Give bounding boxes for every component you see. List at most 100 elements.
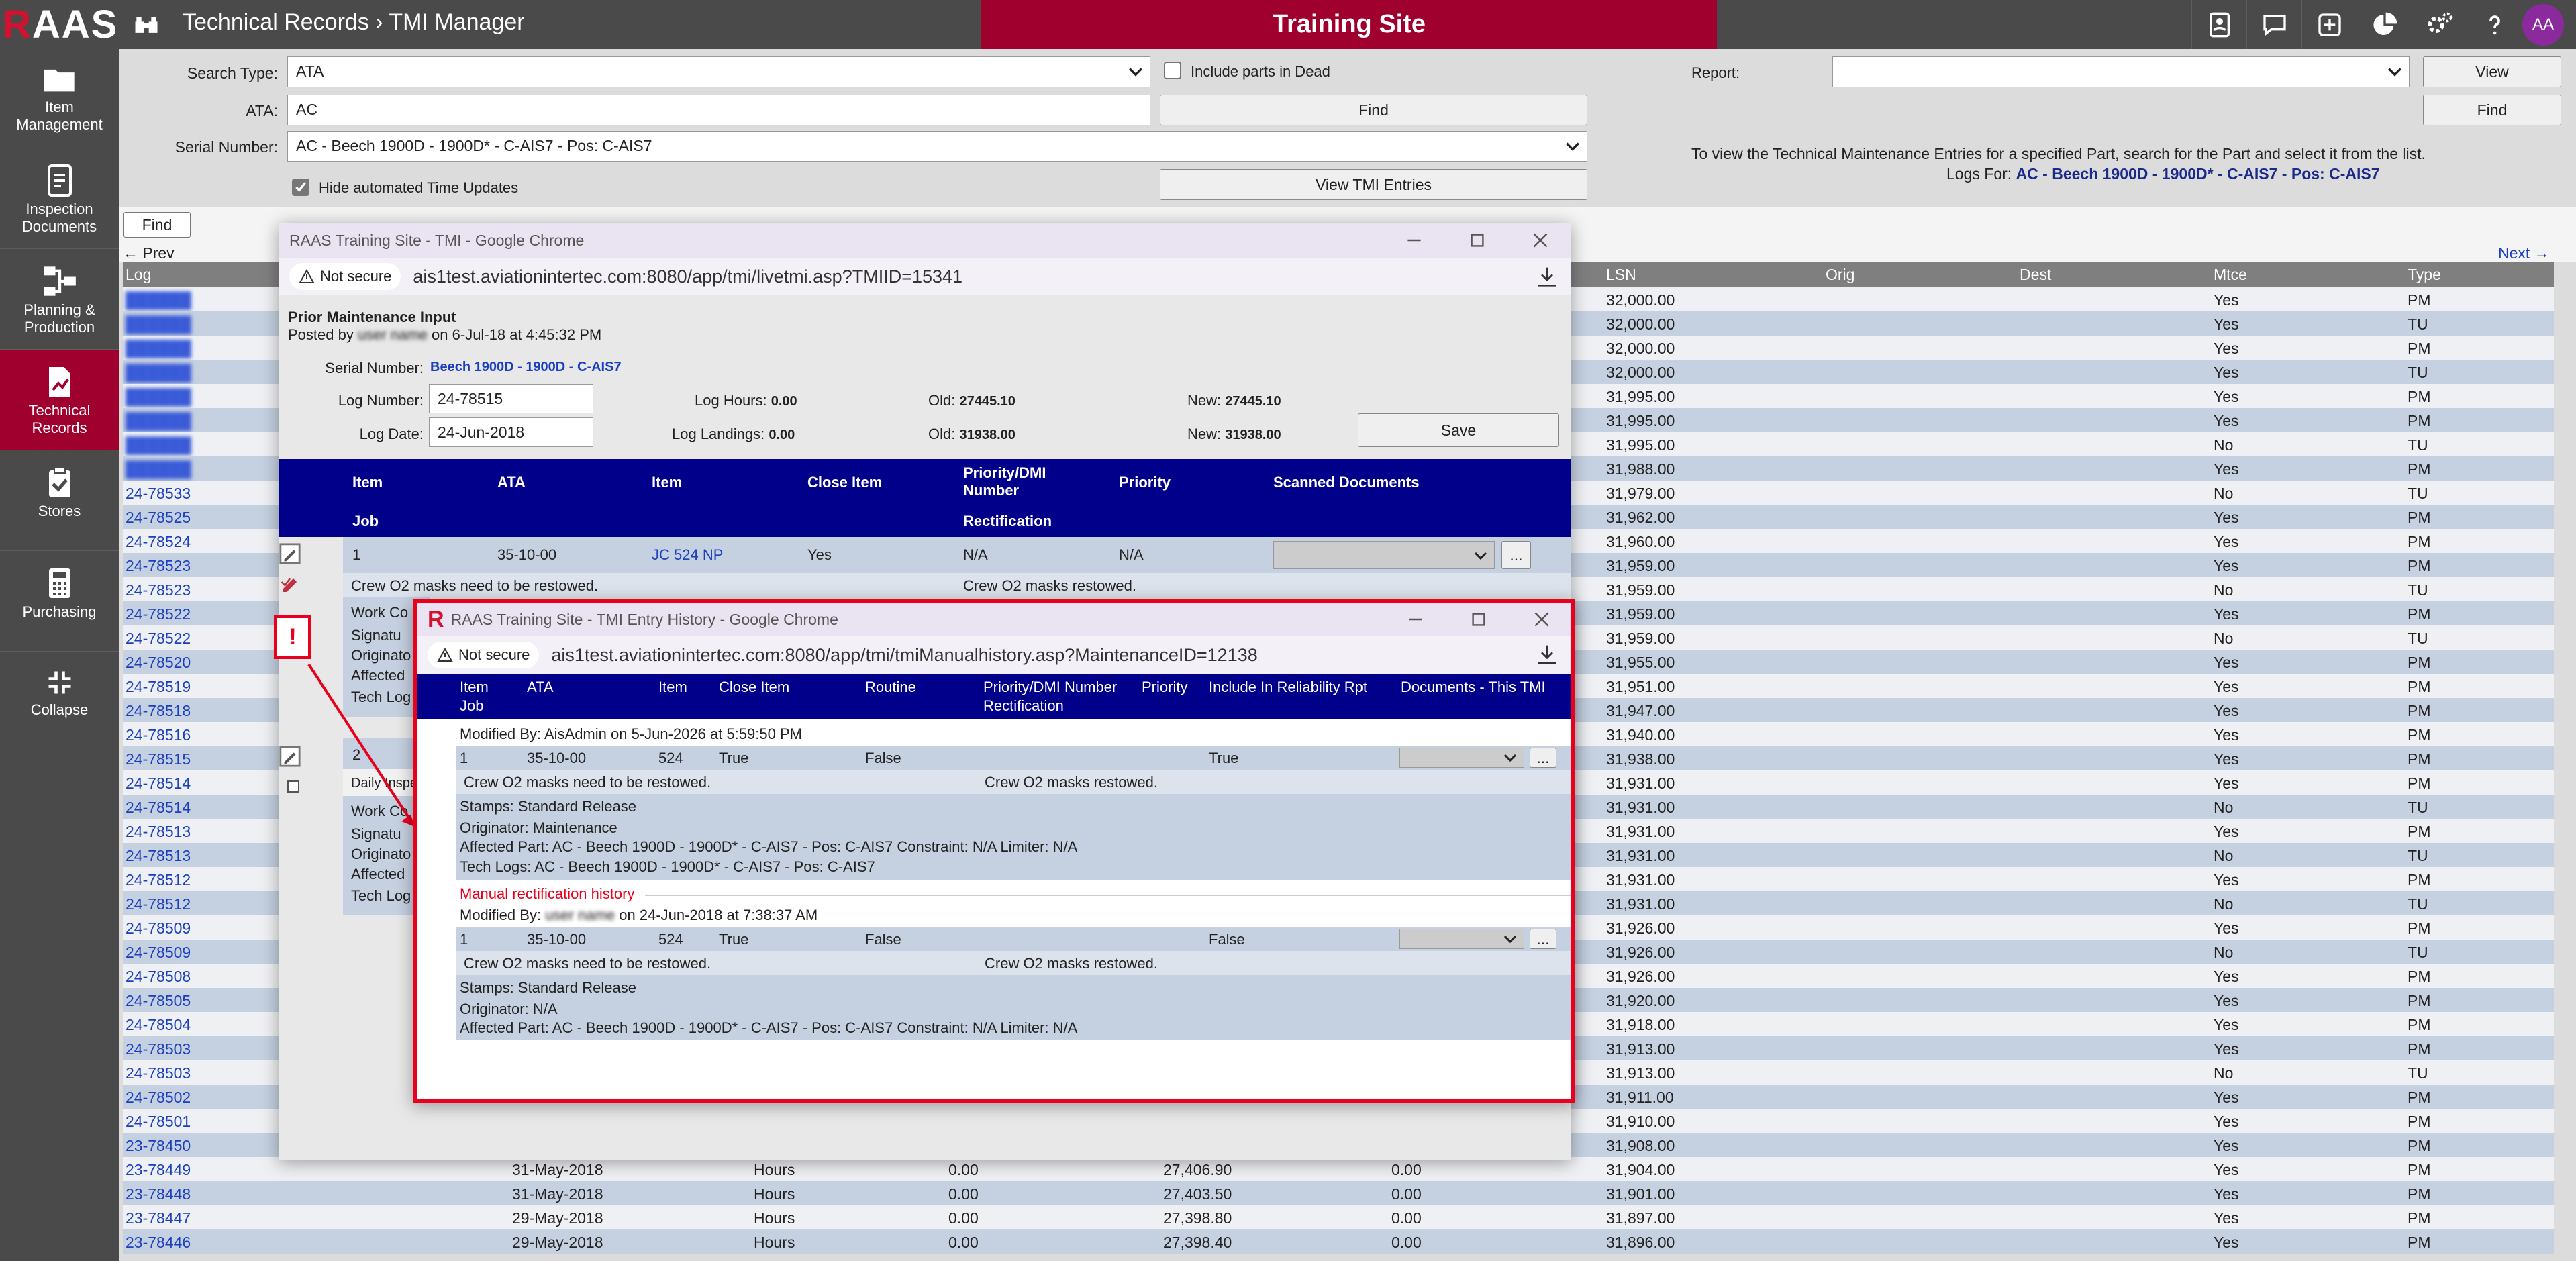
chat-icon[interactable]	[2246, 0, 2301, 49]
table-row[interactable]: 23-78449 31-May-2018 Hours 0.00 27,406.90 0.0…	[123, 1157, 2554, 1181]
minimize-icon[interactable]	[1395, 609, 1436, 630]
download-icon[interactable]	[1536, 644, 1558, 665]
log-link[interactable]: 24-78514	[126, 774, 191, 793]
log-link[interactable]: ██████	[126, 364, 191, 382]
documents-select[interactable]	[1399, 929, 1524, 949]
log-link[interactable]: ██████	[126, 315, 191, 334]
not-secure-badge[interactable]: Not secure	[289, 263, 401, 290]
user-avatar[interactable]: AA	[2522, 4, 2564, 46]
log-link[interactable]: 23-78447	[126, 1209, 191, 1227]
log-link[interactable]: ██████	[126, 291, 191, 309]
pie-chart-icon[interactable]	[2357, 0, 2412, 49]
log-link[interactable]: 24-78512	[126, 871, 191, 889]
log-link[interactable]: 24-78518	[126, 702, 191, 720]
col-mtce[interactable]: Mtce	[2214, 266, 2247, 284]
save-button[interactable]: Save	[1358, 413, 1559, 447]
log-link[interactable]: 23-78448	[126, 1185, 191, 1203]
sidebar-item-inspection-documents[interactable]: Inspection Documents	[0, 148, 119, 249]
log-link[interactable]: 24-78533	[126, 485, 191, 503]
log-link[interactable]: 23-78449	[126, 1161, 191, 1179]
find-button[interactable]: Find	[1160, 95, 1587, 125]
log-link[interactable]: 24-78525	[126, 509, 191, 527]
col-dest[interactable]: Dest	[2020, 266, 2051, 284]
binoculars-icon[interactable]	[132, 9, 161, 42]
next-link[interactable]: Next →	[2498, 244, 2550, 262]
log-link[interactable]: 24-78501	[126, 1113, 191, 1131]
job-card-link[interactable]: JC 524 NP	[652, 546, 723, 564]
log-link[interactable]: 24-78504	[126, 1016, 191, 1034]
log-link[interactable]: 24-78514	[126, 799, 191, 817]
more-button[interactable]: ...	[1530, 748, 1556, 768]
log-link[interactable]: 23-78446	[126, 1233, 191, 1252]
log-link[interactable]: 24-78502	[126, 1089, 191, 1107]
find-button-2[interactable]: Find	[2423, 95, 2561, 125]
log-link[interactable]: ██████	[126, 460, 191, 478]
log-link[interactable]: 24-78513	[126, 847, 191, 865]
sidebar-item-collapse[interactable]: Collapse	[0, 652, 119, 752]
col-lsn[interactable]: LSN	[1606, 266, 1636, 284]
log-link[interactable]: 24-78522	[126, 605, 191, 623]
view-button[interactable]: View	[2423, 56, 2561, 87]
table-row[interactable]: 23-78448 31-May-2018 Hours 0.00 27,403.50 0.0…	[123, 1181, 2554, 1205]
close-icon[interactable]	[1520, 230, 1561, 251]
table-row[interactable]: 23-78446 29-May-2018 Hours 0.00 27,398.40 0.0…	[123, 1229, 2554, 1254]
log-link[interactable]: ██████	[126, 436, 191, 454]
history-url[interactable]: ais1test.aviationintertec.com:8080/app/t…	[551, 645, 1257, 666]
tmi-url[interactable]: ais1test.aviationintertec.com:8080/app/t…	[413, 266, 962, 287]
maximize-icon[interactable]	[1458, 609, 1499, 630]
contact-card-icon[interactable]	[2191, 0, 2246, 49]
table-row[interactable]: 23-78447 29-May-2018 Hours 0.00 27,398.80 0.0…	[123, 1205, 2554, 1229]
log-link[interactable]: 24-78513	[126, 823, 191, 841]
download-icon[interactable]	[1536, 266, 1558, 287]
log-link[interactable]: 23-78450	[126, 1137, 191, 1155]
sidebar-item-item-management[interactable]: Item Management	[0, 49, 119, 148]
list-find-button[interactable]: Find	[123, 212, 191, 238]
gears-icon[interactable]	[2412, 0, 2467, 49]
log-number-input[interactable]: 24-78515	[429, 384, 593, 413]
minimize-icon[interactable]	[1394, 230, 1434, 251]
more-button[interactable]: ...	[1501, 541, 1531, 569]
log-link[interactable]: ██████	[126, 340, 191, 358]
log-link[interactable]: 24-78505	[126, 992, 191, 1010]
col-log[interactable]: Log	[126, 266, 151, 284]
log-link[interactable]: 24-78515	[126, 750, 191, 768]
sidebar-item-stores[interactable]: Stores	[0, 450, 119, 551]
help-icon[interactable]	[2467, 0, 2522, 49]
log-link[interactable]: 24-78503	[126, 1040, 191, 1058]
log-link[interactable]: 24-78503	[126, 1064, 191, 1082]
log-link[interactable]: 24-78523	[126, 581, 191, 599]
plus-square-icon[interactable]	[2301, 0, 2357, 49]
log-link[interactable]: 24-78520	[126, 654, 191, 672]
not-secure-badge[interactable]: Not secure	[428, 642, 540, 668]
log-link[interactable]: 24-78519	[126, 678, 191, 696]
log-link[interactable]: 24-78516	[126, 726, 191, 744]
raas-logo[interactable]: R AAS	[3, 3, 118, 46]
log-link[interactable]: 24-78509	[126, 919, 191, 938]
hide-automated-checkbox[interactable]	[292, 179, 309, 196]
col-orig[interactable]: Orig	[1826, 266, 1854, 284]
prev-link[interactable]: ← Prev	[123, 244, 175, 262]
serial-number-link[interactable]: Beech 1900D - 1900D - C-AIS7	[430, 360, 622, 375]
sidebar-item-technical-records[interactable]: Technical Records	[0, 350, 119, 450]
include-dead-checkbox[interactable]	[1164, 62, 1181, 79]
log-link[interactable]: 24-78508	[126, 968, 191, 986]
log-link[interactable]: ██████	[126, 388, 191, 406]
ata-input[interactable]: AC	[287, 95, 1150, 125]
log-link[interactable]: 24-78509	[126, 944, 191, 962]
log-link[interactable]: ██████	[126, 412, 191, 430]
more-button[interactable]: ...	[1530, 929, 1556, 949]
log-link[interactable]: 24-78512	[126, 895, 191, 913]
sign-off-icon[interactable]	[280, 572, 300, 595]
close-icon[interactable]	[1522, 609, 1562, 630]
report-select[interactable]	[1832, 56, 2410, 87]
scanned-documents-select[interactable]	[1273, 541, 1495, 569]
col-type[interactable]: Type	[2408, 266, 2441, 284]
serial-number-select[interactable]: AC - Beech 1900D - 1900D* - C-AIS7 - Pos…	[287, 131, 1587, 162]
documents-select[interactable]	[1399, 748, 1524, 768]
sidebar-item-purchasing[interactable]: Purchasing	[0, 551, 119, 652]
sidebar-item-planning-production[interactable]: Planning & Production	[0, 249, 119, 350]
edit-icon[interactable]	[279, 542, 301, 568]
log-link[interactable]: 24-78523	[126, 557, 191, 575]
search-type-select[interactable]: ATA	[287, 56, 1150, 87]
log-link[interactable]: 24-78522	[126, 629, 191, 648]
